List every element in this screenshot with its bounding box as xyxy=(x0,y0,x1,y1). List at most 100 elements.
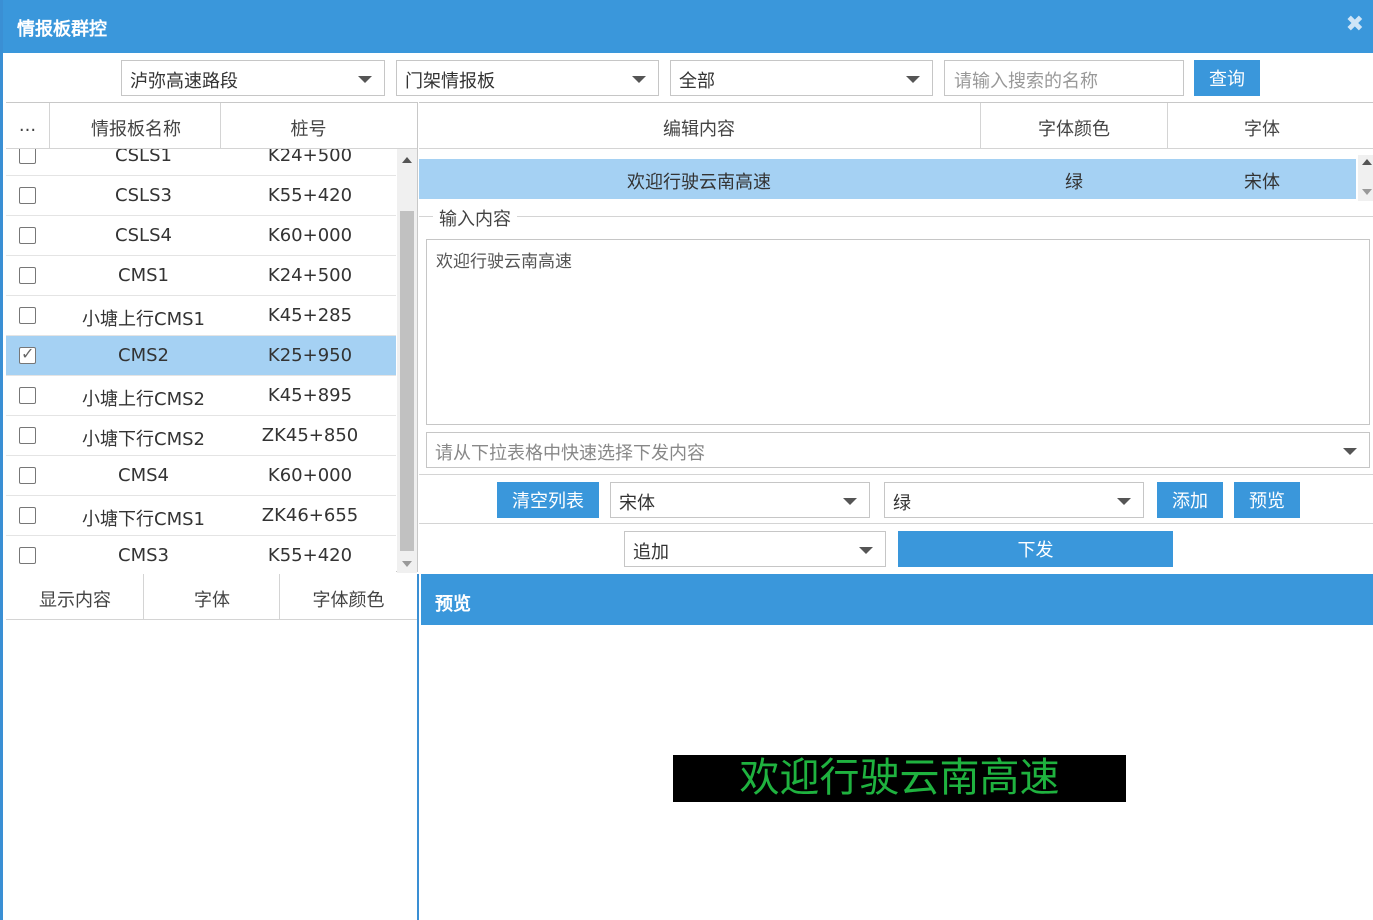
row-checkbox[interactable] xyxy=(19,547,36,564)
row-checkbox[interactable] xyxy=(19,344,36,364)
edit-list-scrollbar[interactable] xyxy=(1358,155,1373,201)
board-type-select[interactable]: 门架情报板 xyxy=(396,60,659,96)
chevron-down-icon xyxy=(632,76,646,83)
chevron-down-icon xyxy=(1117,498,1131,505)
chevron-down-icon xyxy=(843,498,857,505)
divider xyxy=(419,523,1373,524)
row-checkbox[interactable] xyxy=(19,427,36,444)
add-button-label: 添加 xyxy=(1172,491,1208,512)
query-button-label: 查询 xyxy=(1209,69,1245,90)
road-select-value: 泸弥高速路段 xyxy=(130,71,238,92)
preview-button[interactable]: 预览 xyxy=(1234,482,1300,518)
column-pile[interactable]: 桩号 xyxy=(221,115,396,141)
edit-list: 编辑内容 字体颜色 字体 欢迎行驶云南高速 绿 宋体 xyxy=(419,102,1373,201)
column-board-name[interactable]: 情报板名称 xyxy=(50,115,222,141)
column-font-color[interactable]: 字体颜色 xyxy=(981,115,1167,141)
scroll-down-icon[interactable] xyxy=(1362,189,1372,195)
row-pile: K25+950 xyxy=(267,345,353,366)
row-checkbox[interactable] xyxy=(19,149,36,164)
board-list-scrollbar[interactable] xyxy=(397,149,417,573)
search-placeholder: 请输入搜索的名称 xyxy=(954,71,1098,92)
color-select-value: 绿 xyxy=(893,493,911,514)
chevron-down-icon xyxy=(906,76,920,83)
row-pile: K24+500 xyxy=(267,265,353,286)
send-mode-select[interactable]: 追加 xyxy=(624,531,886,567)
row-board-name: CMS1 xyxy=(118,265,169,286)
preview-area: 欢迎行驶云南高速 xyxy=(421,625,1373,920)
scroll-thumb[interactable] xyxy=(400,211,414,551)
table-row[interactable]: CMS4 K60+000 xyxy=(6,456,396,496)
window-title: 情报板群控 xyxy=(17,19,107,40)
send-mode-value: 追加 xyxy=(633,542,669,563)
title-bar: 情报板群控 ✖ xyxy=(3,0,1373,53)
road-select[interactable]: 泸弥高速路段 xyxy=(121,60,385,96)
row-pile: K24+500 xyxy=(267,149,353,166)
send-button[interactable]: 下发 xyxy=(898,531,1173,567)
color-select[interactable]: 绿 xyxy=(884,482,1144,518)
query-button[interactable]: 查询 xyxy=(1194,60,1260,96)
quick-select-placeholder: 请从下拉表格中快速选择下发内容 xyxy=(435,443,705,464)
font-select[interactable]: 宋体 xyxy=(610,482,870,518)
table-row[interactable]: 小塘上行CMS1 K45+285 xyxy=(6,296,396,336)
row-checkbox[interactable] xyxy=(19,307,36,324)
edit-row[interactable]: 欢迎行驶云南高速 绿 宋体 xyxy=(419,159,1356,199)
table-row[interactable]: 小塘上行CMS2 K45+895 xyxy=(6,376,396,416)
column-display-content[interactable]: 显示内容 xyxy=(6,586,144,612)
row-board-name: 小塘上行CMS2 xyxy=(82,389,205,410)
row-board-name: CMS2 xyxy=(118,345,169,366)
row-pile: ZK45+850 xyxy=(261,425,359,446)
scope-select[interactable]: 全部 xyxy=(670,60,933,96)
edit-row-content: 欢迎行驶云南高速 xyxy=(627,172,771,193)
content-textarea-value: 欢迎行驶云南高速 xyxy=(436,252,572,272)
display-list: 显示内容 字体 字体颜色 xyxy=(6,574,419,920)
board-list-header: ... 情报板名称 桩号 xyxy=(6,103,417,149)
row-checkbox[interactable] xyxy=(19,387,36,404)
row-board-name: CSLS3 xyxy=(115,185,172,206)
column-font-color[interactable]: 字体颜色 xyxy=(280,586,417,612)
row-checkbox[interactable] xyxy=(19,267,36,284)
row-checkbox[interactable] xyxy=(19,227,36,244)
column-font[interactable]: 字体 xyxy=(1168,115,1356,141)
board-type-value: 门架情报板 xyxy=(405,71,495,92)
table-row[interactable]: CSLS4 K60+000 xyxy=(6,216,396,256)
row-checkbox[interactable] xyxy=(19,187,36,204)
chevron-down-icon xyxy=(859,547,873,554)
row-board-name: 小塘下行CMS1 xyxy=(82,509,205,530)
font-select-value: 宋体 xyxy=(619,493,655,514)
edit-list-header: 编辑内容 字体颜色 字体 xyxy=(419,103,1373,149)
table-row[interactable]: CMS2 K25+950 xyxy=(6,336,396,376)
column-more[interactable]: ... xyxy=(6,115,49,136)
group-control-window: 情报板群控 ✖ 泸弥高速路段 门架情报板 全部 请输入搜索的名称 查询 ... … xyxy=(0,0,1373,920)
add-button[interactable]: 添加 xyxy=(1157,482,1223,518)
quick-select[interactable]: 请从下拉表格中快速选择下发内容 xyxy=(426,432,1370,468)
scroll-up-icon[interactable] xyxy=(402,157,412,163)
row-board-name: CMS3 xyxy=(118,545,169,566)
send-button-label: 下发 xyxy=(1017,540,1054,561)
clear-list-label: 清空列表 xyxy=(512,491,584,512)
row-board-name: 小塘下行CMS2 xyxy=(82,429,205,450)
row-checkbox[interactable] xyxy=(19,467,36,484)
content-textarea[interactable]: 欢迎行驶云南高速 xyxy=(426,239,1370,425)
board-rows: CSLS1 K24+500 CSLS3 K55+420 CSLS4 K60+000 CMS1… xyxy=(6,149,396,573)
input-fieldset: 输入内容 xyxy=(419,205,1373,231)
row-board-name: CMS4 xyxy=(118,465,169,486)
search-input[interactable]: 请输入搜索的名称 xyxy=(944,60,1184,96)
row-checkbox[interactable] xyxy=(19,507,36,524)
row-pile: K45+895 xyxy=(267,385,353,406)
scroll-down-icon[interactable] xyxy=(402,561,412,567)
display-list-header: 显示内容 字体 字体颜色 xyxy=(6,574,417,620)
preview-title: 预览 xyxy=(435,594,471,615)
table-row[interactable]: CMS1 K24+500 xyxy=(6,256,396,296)
table-row[interactable]: CMS3 K55+420 xyxy=(6,536,396,573)
table-row[interactable]: 小塘下行CMS1 ZK46+655 xyxy=(6,496,396,536)
table-row[interactable]: CSLS3 K55+420 xyxy=(6,176,396,216)
close-icon[interactable]: ✖ xyxy=(1346,12,1364,37)
table-row[interactable]: CSLS1 K24+500 xyxy=(6,149,396,176)
column-edit-content[interactable]: 编辑内容 xyxy=(419,115,979,141)
table-row[interactable]: 小塘下行CMS2 ZK45+850 xyxy=(6,416,396,456)
column-font[interactable]: 字体 xyxy=(144,586,280,612)
clear-list-button[interactable]: 清空列表 xyxy=(497,482,599,518)
scroll-up-icon[interactable] xyxy=(1362,159,1372,165)
row-pile: K55+420 xyxy=(267,545,353,566)
row-pile: K60+000 xyxy=(267,225,353,246)
